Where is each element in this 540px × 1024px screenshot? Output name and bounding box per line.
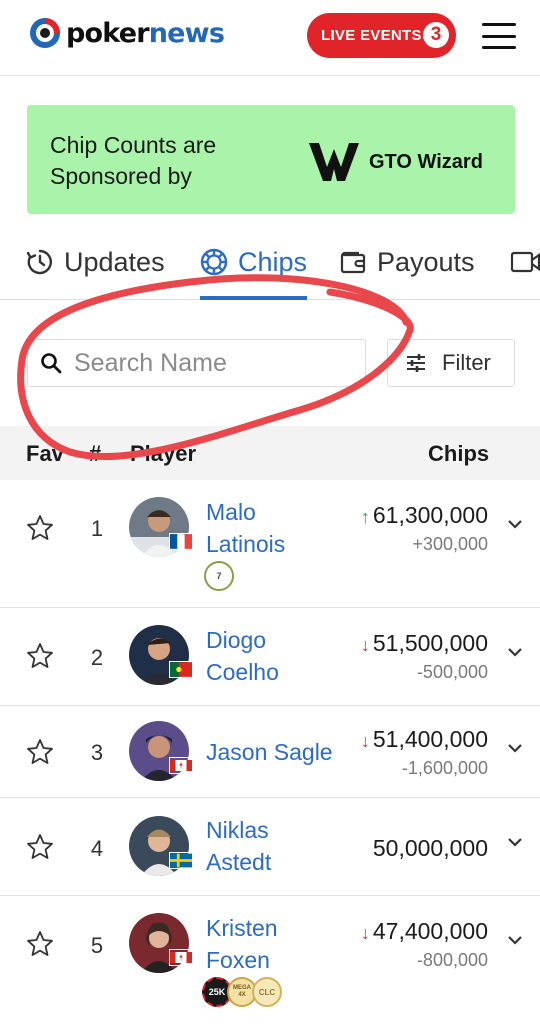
player-name-last[interactable]: Foxen xyxy=(206,944,270,976)
chip-change: -1,600,000 xyxy=(401,758,488,778)
chevron-down-icon[interactable] xyxy=(506,518,524,530)
flag-france-icon xyxy=(169,533,193,550)
table-row[interactable]: 1 Malo Latinois 7 ↑ 61,300,000 +300,000 xyxy=(0,480,540,608)
player-name-first[interactable]: Malo xyxy=(206,496,256,528)
tab-bar: Updates Chips Payouts xyxy=(0,240,540,300)
sponsor-text: Chip Counts are Sponsored by xyxy=(50,132,217,189)
search-input[interactable] xyxy=(74,348,354,378)
col-player: Player xyxy=(130,441,197,466)
tab-video[interactable] xyxy=(510,240,540,284)
chip-count: ↓ 47,400,000 xyxy=(360,918,488,944)
search-icon xyxy=(41,353,62,374)
player-name-first[interactable]: Diogo xyxy=(206,624,266,656)
arrow-down-icon: ↓ xyxy=(360,635,370,655)
tab-chips[interactable]: Chips xyxy=(200,240,307,284)
arrow-up-icon: ↑ xyxy=(360,507,370,527)
player-rank: 5 xyxy=(90,933,104,958)
player-rank: 2 xyxy=(90,645,104,670)
chip-change: -800,000 xyxy=(416,950,488,970)
star-icon[interactable] xyxy=(26,642,54,670)
pokernews-logo[interactable]: pokernews xyxy=(28,16,225,50)
chip-count: ↓ 51,500,000 xyxy=(360,630,488,656)
chip-icon xyxy=(200,248,228,276)
table-row[interactable]: 4 Niklas Astedt 50,000,000 xyxy=(0,798,540,896)
col-fav: Fav xyxy=(26,441,64,466)
tab-chips-label: Chips xyxy=(238,246,308,277)
filter-button[interactable]: Filter xyxy=(387,339,515,387)
arrow-down-icon: ↓ xyxy=(360,731,370,751)
achievement-badge: 7 xyxy=(204,561,234,591)
sponsor-banner[interactable]: Chip Counts are Sponsored by GTO Wizard xyxy=(27,105,515,214)
flag-portugal-icon xyxy=(169,661,193,678)
player-name-last[interactable]: Coelho xyxy=(206,656,279,688)
chip-count: ↑ 61,300,000 xyxy=(360,502,488,528)
star-icon[interactable] xyxy=(26,833,54,861)
filter-label: Filter xyxy=(442,350,491,375)
flag-canada-icon xyxy=(169,757,193,774)
chevron-down-icon[interactable] xyxy=(506,646,524,658)
player-name-first[interactable]: Niklas xyxy=(206,814,269,846)
flag-sweden-icon xyxy=(169,852,193,869)
chevron-down-icon[interactable] xyxy=(506,742,524,754)
hamburger-menu-icon[interactable] xyxy=(482,23,516,49)
tab-updates[interactable]: Updates xyxy=(26,240,165,284)
clock-icon xyxy=(26,249,52,275)
gto-wizard-w-icon xyxy=(309,143,359,181)
live-events-button[interactable]: LIVE EVENTS 3 xyxy=(307,13,456,58)
chevron-down-icon[interactable] xyxy=(506,836,524,848)
brand-part1: poker xyxy=(66,17,150,49)
site-header: pokernews LIVE EVENTS 3 xyxy=(0,0,540,76)
video-icon xyxy=(510,251,540,273)
badge-clc: CLC xyxy=(252,977,282,1007)
flag-canada-icon xyxy=(169,949,193,966)
wallet-icon xyxy=(340,251,366,274)
tab-payouts-label: Payouts xyxy=(377,246,475,277)
player-name-last[interactable]: Astedt xyxy=(206,846,271,878)
col-rank: # xyxy=(89,441,102,466)
chevron-down-icon[interactable] xyxy=(506,934,524,946)
tab-updates-label: Updates xyxy=(64,246,165,277)
arrow-down-icon: ↓ xyxy=(360,923,370,943)
sliders-icon xyxy=(407,354,425,372)
live-events-label: LIVE EVENTS xyxy=(321,27,422,44)
star-icon[interactable] xyxy=(26,738,54,766)
player-name-last[interactable]: Latinois xyxy=(206,528,285,560)
player-rank: 4 xyxy=(90,836,104,861)
active-tab-indicator xyxy=(200,296,307,300)
gto-wizard-name: GTO Wizard xyxy=(369,150,483,173)
col-chips: Chips xyxy=(428,441,490,466)
player-name[interactable]: Jason Sagle xyxy=(206,736,333,768)
tab-payouts[interactable]: Payouts xyxy=(340,240,475,284)
player-rank: 3 xyxy=(90,740,104,765)
chip-count: 50,000,000 xyxy=(372,835,488,861)
pokernews-chip-logo-icon xyxy=(30,18,60,48)
table-header: Fav # Player Chips xyxy=(0,426,540,480)
chip-change: +300,000 xyxy=(412,534,488,554)
table-row[interactable]: 3 Jason Sagle ↓ 51,400,000 -1,600,000 xyxy=(0,706,540,798)
gto-wizard-logo: GTO Wizard xyxy=(309,141,483,183)
search-box[interactable] xyxy=(27,339,366,387)
table-row[interactable]: 2 Diogo Coelho ↓ 51,500,000 -500,000 xyxy=(0,608,540,706)
star-icon[interactable] xyxy=(26,514,54,542)
table-row[interactable]: 5 Kristen Foxen 25K MEGA 4X CLC ↓ 47,400,… xyxy=(0,896,540,1024)
live-events-count: 3 xyxy=(423,22,449,48)
brand-part2: news xyxy=(148,17,225,49)
star-icon[interactable] xyxy=(26,930,54,958)
chip-change: -500,000 xyxy=(416,662,488,682)
chip-count: ↓ 51,400,000 xyxy=(360,726,488,752)
player-rank: 1 xyxy=(90,516,104,541)
player-name-first[interactable]: Kristen xyxy=(206,912,278,944)
